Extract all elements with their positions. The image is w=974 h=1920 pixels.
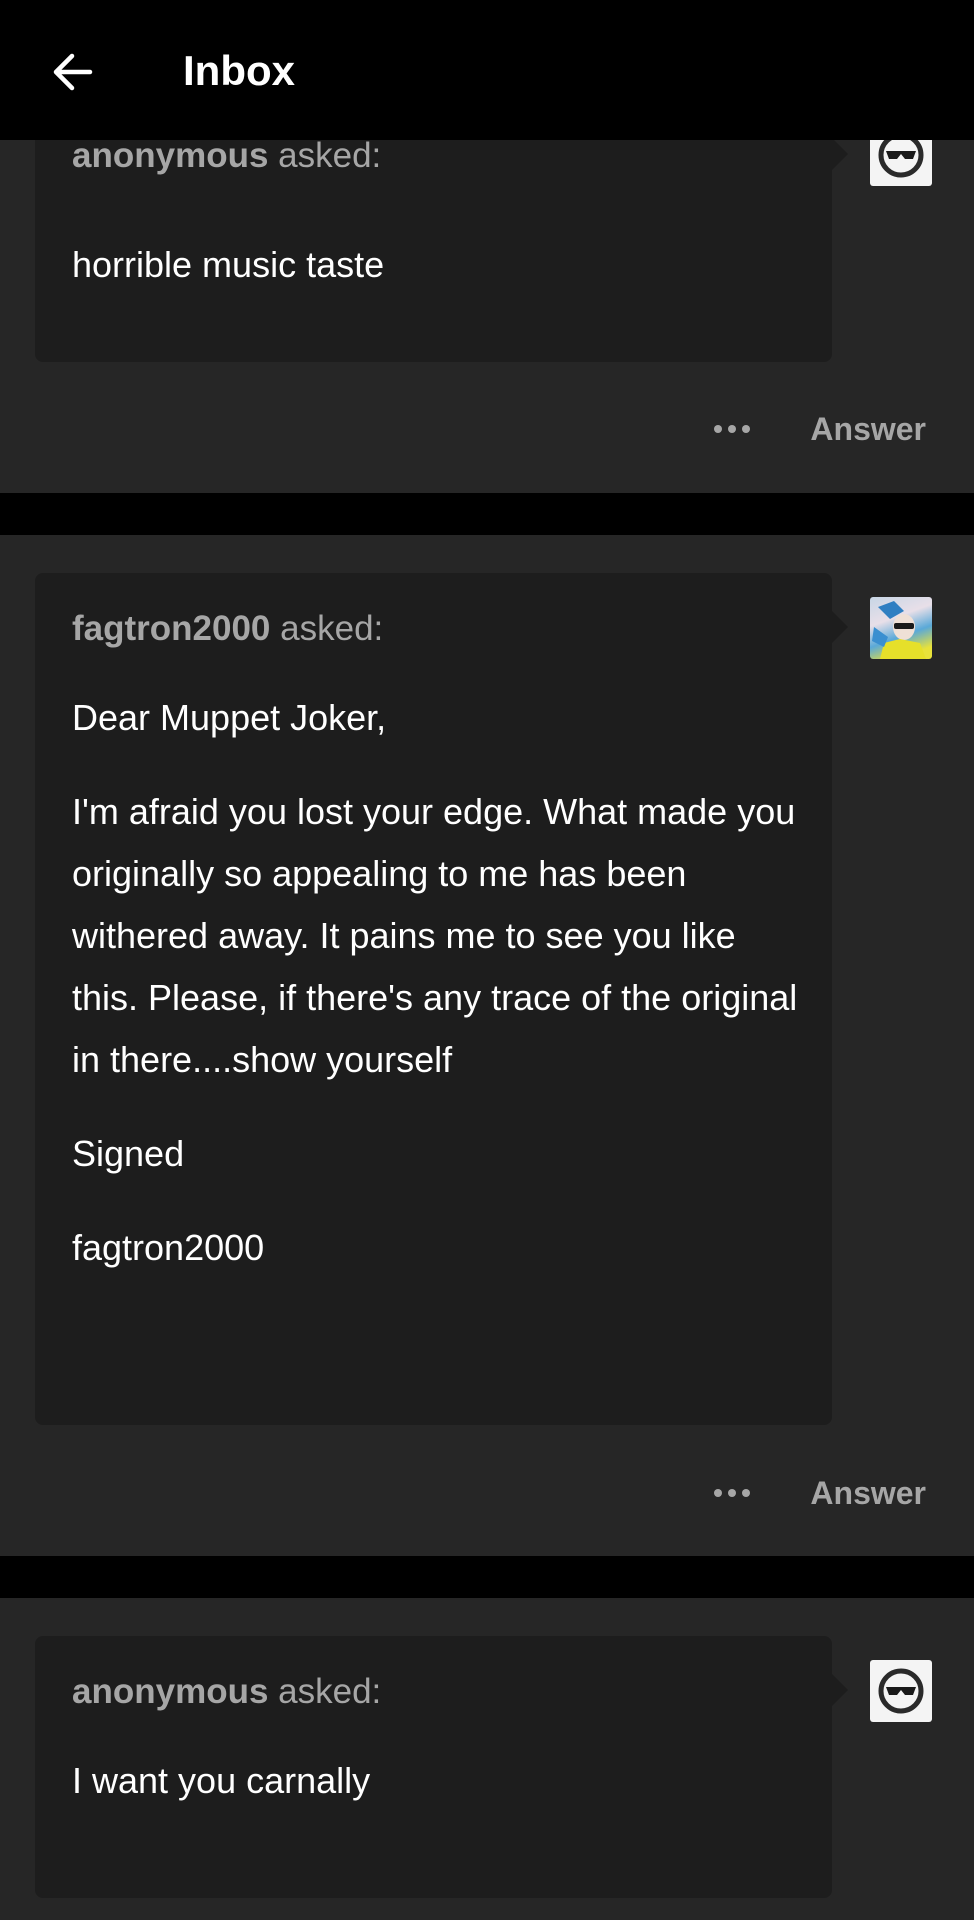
top-bar: Inbox (0, 0, 974, 140)
back-button[interactable] (42, 42, 102, 102)
ask-actions: Answer (702, 407, 926, 451)
asker-line: fagtron2000 asked: (72, 607, 383, 651)
asker-line: anonymous asked: (72, 1670, 381, 1714)
asked-label: asked: (280, 609, 384, 648)
asker-name[interactable]: fagtron2000 (72, 609, 270, 648)
more-dots-icon (711, 425, 753, 433)
asker-line: anonymous asked: (72, 134, 381, 178)
more-dots-icon (711, 1489, 753, 1497)
asked-label: asked: (278, 136, 382, 175)
bubble-tail (832, 138, 848, 170)
bubble-tail (832, 1674, 848, 1706)
more-button[interactable] (702, 407, 762, 451)
asker-name[interactable]: anonymous (72, 1672, 268, 1711)
ask-card: fagtron2000 asked: Dear Muppet Joker, I'… (0, 535, 974, 1556)
page-title: Inbox (183, 47, 295, 94)
question-text: I want you carnally (72, 1750, 802, 1844)
ask-bubble: fagtron2000 asked: Dear Muppet Joker, I'… (35, 573, 848, 1425)
question-text: horrible music taste (72, 234, 802, 328)
asker-avatar[interactable] (870, 1660, 932, 1722)
answer-button[interactable]: Answer (810, 1475, 926, 1512)
asker-avatar[interactable] (870, 597, 932, 659)
question-text: Dear Muppet Joker, I'm afraid you lost y… (72, 687, 802, 1311)
anonymous-sunglasses-icon (878, 1668, 924, 1714)
asked-label: asked: (278, 1672, 382, 1711)
question-paragraph: I want you carnally (72, 1760, 371, 1801)
question-paragraph: horrible music taste (72, 244, 385, 285)
user-photo-avatar (872, 601, 926, 659)
question-paragraph: I'm afraid you lost your edge. What made… (72, 791, 798, 1080)
ask-actions: Answer (702, 1471, 926, 1515)
answer-button[interactable]: Answer (810, 411, 926, 448)
question-paragraph: Dear Muppet Joker, (72, 697, 387, 738)
asker-name[interactable]: anonymous (72, 136, 268, 175)
bubble-tail (832, 611, 848, 643)
ask-card: anonymous asked: I want you carnally (0, 1598, 974, 1920)
arrow-left-icon (53, 53, 93, 91)
ask-bubble: anonymous asked: I want you carnally (35, 1636, 848, 1898)
question-paragraph: fagtron2000 (72, 1227, 265, 1268)
more-button[interactable] (702, 1471, 762, 1515)
question-paragraph: Signed (72, 1133, 185, 1174)
